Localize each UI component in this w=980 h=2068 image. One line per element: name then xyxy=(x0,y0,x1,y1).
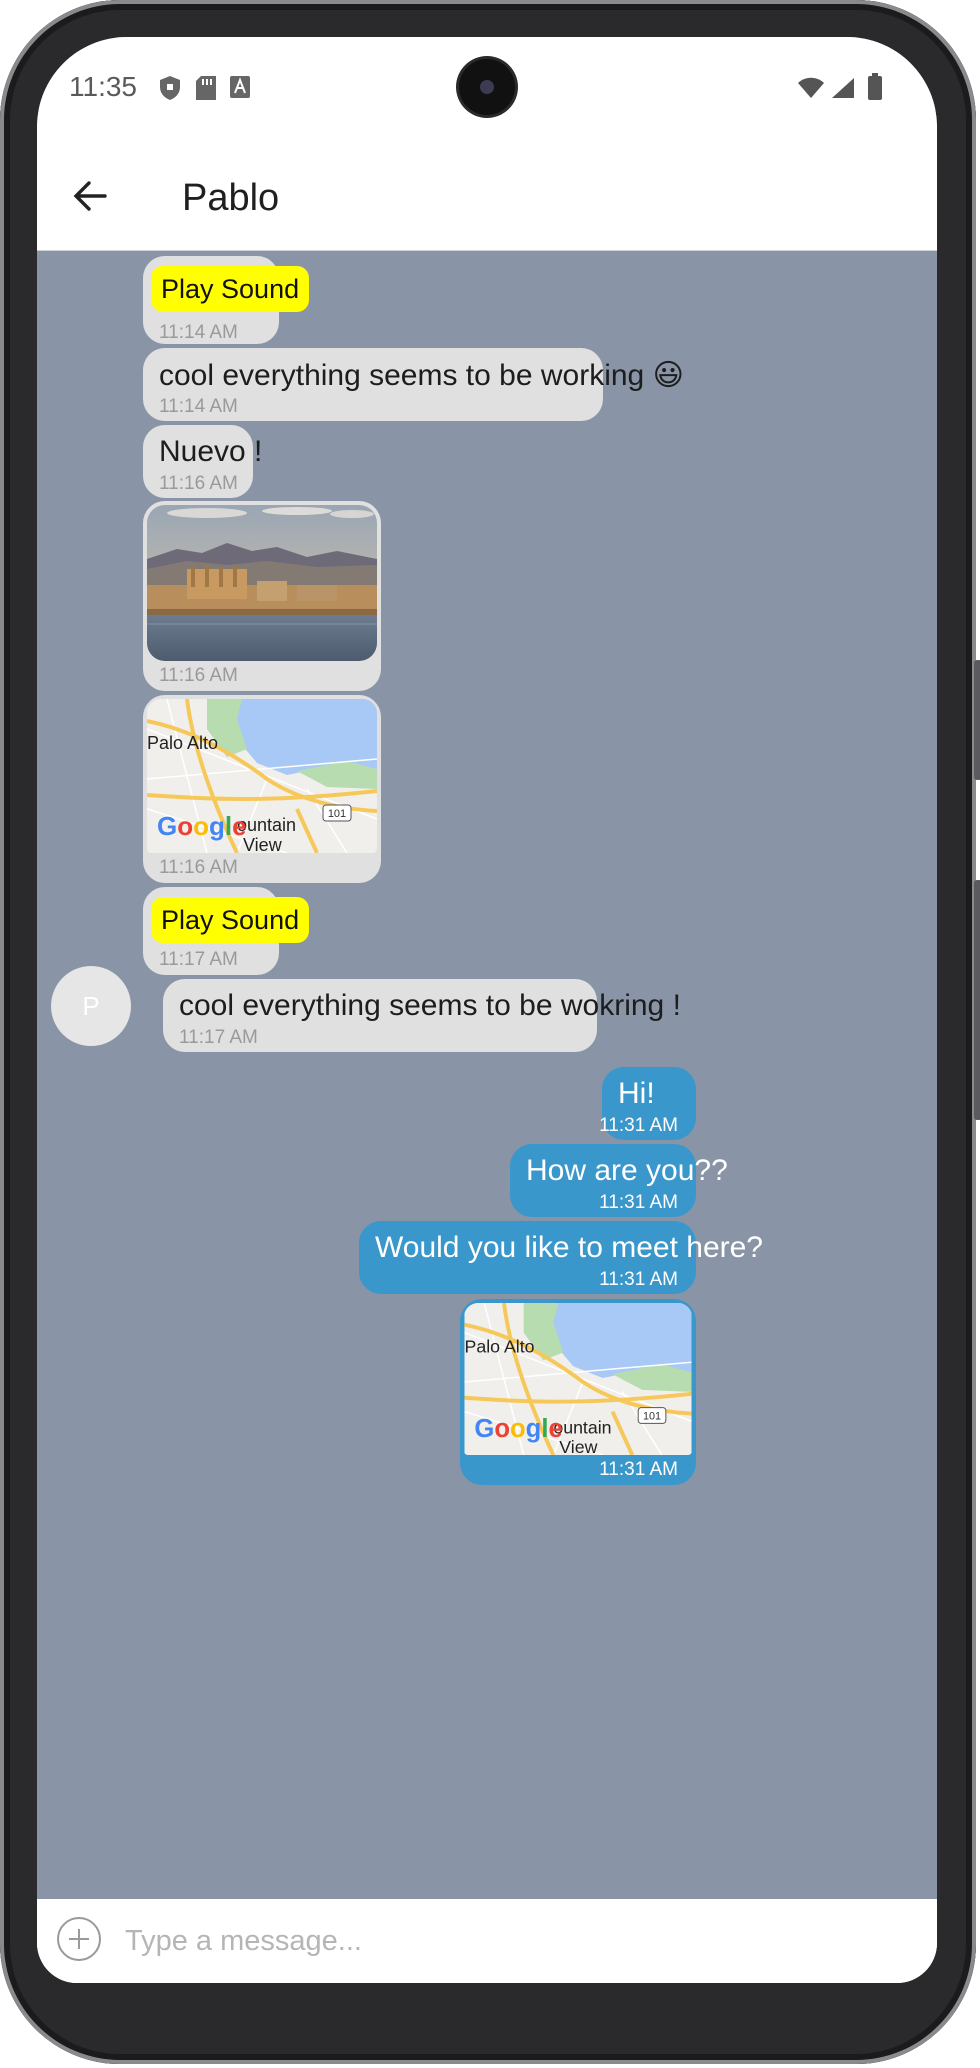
app-bar: Pablo xyxy=(37,137,937,251)
play-sound-button[interactable]: Play Sound xyxy=(151,266,310,312)
sd-card-icon xyxy=(195,75,217,106)
shield-icon xyxy=(159,75,181,106)
play-sound-button[interactable]: Play Sound xyxy=(151,897,310,943)
message-time: 11:14 AM xyxy=(159,322,238,343)
message-bubble-incoming: Nuevo ! 11:16 AM xyxy=(143,425,262,498)
message-composer xyxy=(37,1899,937,1983)
message-time: 11:31 AM xyxy=(599,1115,678,1136)
message-text: How are you?? xyxy=(526,1154,728,1187)
text-a-icon xyxy=(229,75,251,104)
message-time: 11:31 AM xyxy=(599,1192,678,1213)
map-attachment[interactable]: 101 Palo Alto ountain View Google xyxy=(147,699,377,853)
message-text: Nuevo ! xyxy=(159,435,263,468)
map-city-label: View xyxy=(559,1437,597,1455)
map-city-label: Palo Alto xyxy=(464,1336,534,1356)
message-time: 11:17 AM xyxy=(159,949,238,970)
message-bubble-incoming: Play Sound 11:17 AM xyxy=(143,887,310,975)
front-camera xyxy=(459,59,515,115)
message-bubble-incoming: cool everything seems to be wokring ! 11… xyxy=(163,979,681,1052)
contact-name: Pablo xyxy=(182,177,280,219)
message-bubble-outgoing: Would you like to meet here? 11:31 AM xyxy=(359,1221,763,1294)
map-city-label: View xyxy=(243,835,283,853)
message-bubble-outgoing: Hi! 11:31 AM xyxy=(599,1067,696,1140)
message-time: 11:14 AM xyxy=(159,396,238,417)
message-text: Hi! xyxy=(618,1077,655,1110)
message-time: 11:16 AM xyxy=(159,665,238,686)
map-highway-label: 101 xyxy=(328,808,346,820)
add-attachment-icon[interactable] xyxy=(57,1917,101,1961)
message-bubble-outgoing: 101 Palo Alto ountain View Google 11:31 … xyxy=(460,1299,696,1485)
message-time: 11:31 AM xyxy=(599,1459,678,1480)
back-arrow-icon[interactable] xyxy=(69,175,111,217)
message-time: 11:16 AM xyxy=(159,857,238,878)
message-bubble-incoming: 11:16 AM xyxy=(143,501,381,691)
message-text: Would you like to meet here? xyxy=(375,1231,763,1264)
message-time: 11:16 AM xyxy=(159,473,238,494)
status-time: 11:35 xyxy=(69,71,137,102)
chat-area[interactable]: Play Sound 11:14 AM cool everything seem… xyxy=(37,251,937,1899)
message-text: cool everything seems to be working 😃 xyxy=(159,359,684,392)
message-bubble-outgoing: How are you?? 11:31 AM xyxy=(510,1144,728,1217)
google-logo: Google xyxy=(157,811,247,841)
map-city-label: Palo Alto xyxy=(147,733,218,753)
status-bar: 11:35 xyxy=(37,37,937,137)
message-bubble-incoming: Play Sound 11:14 AM xyxy=(143,256,310,344)
message-bubble-incoming: cool everything seems to be working 😃 11… xyxy=(143,348,684,421)
message-text: cool everything seems to be wokring ! xyxy=(179,989,681,1022)
photo-attachment[interactable] xyxy=(147,505,377,661)
message-bubble-incoming: 101 Palo Alto ountain View Google 11:16 … xyxy=(143,695,381,883)
google-logo: Google xyxy=(474,1415,562,1443)
battery-icon xyxy=(867,73,883,106)
message-time: 11:31 AM xyxy=(599,1269,678,1290)
message-time: 11:17 AM xyxy=(179,1027,258,1048)
power-button xyxy=(974,880,980,1120)
map-highway-label: 101 xyxy=(643,1410,661,1422)
avatar[interactable]: P xyxy=(51,966,131,1046)
wifi-icon xyxy=(797,77,825,104)
map-attachment[interactable]: 101 Palo Alto ountain View Google xyxy=(464,1303,692,1455)
phone-screen: 11:35 Pablo Play Sound 11:14 AM cool eve… xyxy=(37,37,937,1983)
signal-icon xyxy=(831,77,855,104)
volume-button xyxy=(974,660,980,780)
message-input[interactable] xyxy=(123,1913,907,1969)
